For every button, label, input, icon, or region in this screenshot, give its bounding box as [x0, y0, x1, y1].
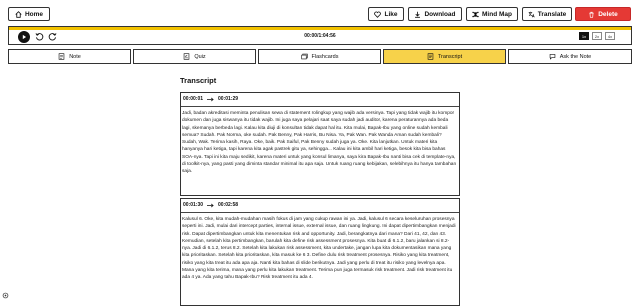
transcript-title: Transcript [180, 76, 217, 85]
flashcards-icon [300, 53, 308, 60]
segment-end-time: 00:01:29 [218, 96, 239, 102]
settings-icon[interactable] [2, 292, 9, 299]
arrow-right-icon [207, 203, 214, 207]
quiz-icon [184, 53, 190, 60]
download-button[interactable]: Download [408, 7, 462, 21]
tab-bar: Note Quiz Flashcards Transcript Ask the … [8, 49, 632, 65]
delete-button[interactable]: Delete [575, 7, 631, 21]
tab-flashcards-label: Flashcards [311, 53, 339, 60]
tab-quiz[interactable]: Quiz [133, 49, 256, 64]
tab-transcript[interactable]: Transcript [383, 49, 506, 64]
transcript-panel: Transcript 00:00:01 00:01:29 Jadi, badan… [180, 70, 460, 306]
segment-timestamp: 00:01:30 00:02:58 [183, 202, 238, 208]
tab-note-label: Note [69, 53, 81, 60]
home-icon [15, 10, 22, 18]
transcript-segment: 00:00:01 00:01:29 Jadi, badan akreditasi… [180, 92, 460, 196]
segment-start-time: 00:01:30 [183, 202, 204, 208]
like-label: Like [384, 10, 398, 18]
audio-player: 00:00/1:04:56 1x 2x 4x [8, 26, 632, 45]
download-label: Download [424, 10, 456, 18]
segment-start-time: 00:00:01 [183, 96, 204, 102]
tab-ask-the-note[interactable]: Ask the Note [508, 49, 632, 64]
segment-timestamp: 00:00:01 00:01:29 [183, 96, 238, 102]
chat-icon [549, 54, 556, 60]
divider [181, 212, 459, 213]
like-button[interactable]: Like [368, 7, 404, 21]
note-icon [58, 53, 65, 60]
playback-time: 00:00/1:04:56 [304, 33, 336, 39]
translate-button[interactable]: Translate [522, 7, 572, 21]
home-label: Home [24, 10, 44, 18]
tab-transcript-label: Transcript [437, 53, 463, 60]
speed-1x-button[interactable]: 1x [579, 32, 589, 40]
divider [181, 106, 459, 107]
translate-label: Translate [537, 10, 567, 18]
speed-2x-button[interactable]: 2x [592, 32, 602, 40]
transcript-icon [427, 53, 434, 60]
trash-icon [589, 11, 594, 18]
translate-icon [528, 11, 535, 17]
progress-bar[interactable] [9, 27, 631, 30]
top-bar: Home Like Download Mind Map Translate De… [0, 0, 640, 24]
speed-4x-button[interactable]: 4x [605, 32, 615, 40]
transcript-segment: 00:01:30 00:02:58 Kalusul 6. Oke, kita m… [180, 198, 460, 306]
segment-end-time: 00:02:58 [218, 202, 239, 208]
mind-map-icon [472, 11, 479, 17]
mind-map-label: Mind Map [482, 10, 512, 18]
segment-text: Jadi, badan akreditasi meminta penulisan… [182, 111, 457, 175]
tab-note[interactable]: Note [8, 49, 131, 64]
arrow-right-icon [207, 97, 214, 101]
tab-ask-the-note-label: Ask the Note [559, 53, 592, 60]
delete-label: Delete [598, 10, 618, 18]
tab-quiz-label: Quiz [194, 53, 206, 60]
segment-text: Kalusul 6. Oke, kita mudah-mudahan masih… [182, 217, 456, 281]
mind-map-button[interactable]: Mind Map [466, 7, 518, 21]
download-icon [415, 11, 421, 18]
heart-icon [374, 11, 382, 18]
home-button[interactable]: Home [8, 7, 50, 21]
tab-flashcards[interactable]: Flashcards [258, 49, 381, 64]
